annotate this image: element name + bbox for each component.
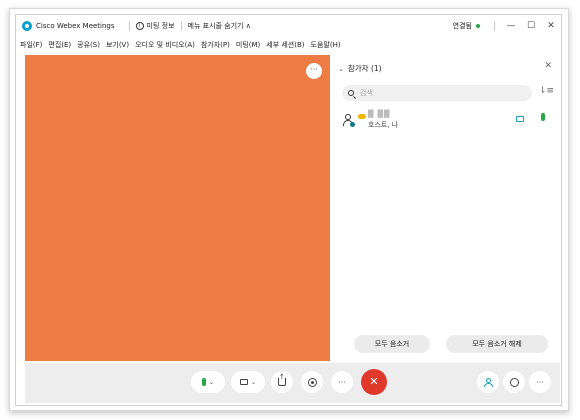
- close-window-button[interactable]: ✕: [541, 15, 561, 37]
- microphone-icon[interactable]: [541, 113, 545, 121]
- microphone-icon: [201, 378, 206, 386]
- maximize-button[interactable]: ☐: [521, 15, 541, 37]
- webex-logo-icon: [22, 21, 32, 31]
- menu-bar: 파일(F) 편집(E) 공유(S) 보기(V) 오디오 및 비디오(A) 참가자…: [16, 37, 561, 53]
- control-bar: ⌄ ⌄ ··· ✕ ···: [25, 363, 560, 403]
- menu-participant[interactable]: 참가자(P): [201, 40, 230, 50]
- menu-help[interactable]: 도움말(H): [311, 40, 341, 50]
- hide-menu-button[interactable]: 메뉴 표시줄 숨기기 ∧: [188, 21, 251, 31]
- participant-search[interactable]: [342, 85, 532, 101]
- sort-button[interactable]: ⇂≡: [539, 86, 554, 96]
- connection-status-dot-icon: [476, 24, 480, 28]
- participants-panel-header[interactable]: ⌄ 참가자 (1): [338, 63, 382, 74]
- menu-audio-video[interactable]: 오디오 및 비디오(A): [135, 40, 195, 50]
- search-input[interactable]: [360, 89, 510, 97]
- more-icon: ···: [536, 377, 544, 387]
- video-area: ···: [25, 55, 330, 361]
- title-divider: [494, 21, 495, 31]
- cloud-icon: [358, 114, 366, 119]
- connection-status: 연결됨: [452, 22, 472, 30]
- participant-role: 호스트, 나: [368, 121, 399, 129]
- menu-view[interactable]: 보기(V): [106, 40, 129, 50]
- unmute-all-button[interactable]: 모두 음소거 해제: [446, 335, 548, 353]
- menu-breakout[interactable]: 세부 세션(B): [266, 40, 304, 50]
- mute-all-button[interactable]: 모두 음소거: [354, 335, 430, 353]
- menu-file[interactable]: 파일(F): [20, 40, 42, 50]
- app-title: Cisco Webex Meetings: [36, 22, 115, 30]
- search-icon: [348, 90, 354, 96]
- chat-button[interactable]: [503, 371, 525, 393]
- chevron-down-icon: ⌄: [338, 64, 344, 73]
- video-more-options-button[interactable]: ···: [306, 63, 322, 79]
- more-icon: ···: [338, 377, 346, 387]
- chat-icon: [509, 377, 519, 387]
- title-bar: Cisco Webex Meetings i 미팅 정보 메뉴 표시줄 숨기기 …: [16, 15, 561, 37]
- video-camera-icon: [239, 379, 248, 385]
- share-icon: [278, 373, 286, 386]
- participants-panel: ⌄ 참가자 (1) ✕ ⇂≡ █ ██ 호스트, 나 모두 음소거 모두 음소거…: [332, 55, 560, 361]
- title-divider: [128, 21, 130, 31]
- webex-window: Cisco Webex Meetings i 미팅 정보 메뉴 표시줄 숨기기 …: [15, 14, 562, 406]
- status-dot-icon: [350, 122, 355, 127]
- more-options-button[interactable]: ···: [331, 371, 353, 393]
- menu-share[interactable]: 공유(S): [77, 40, 100, 50]
- minimize-button[interactable]: —: [501, 15, 521, 37]
- title-divider: [180, 21, 182, 31]
- participants-button[interactable]: [477, 371, 499, 393]
- chevron-down-icon: ⌄: [250, 378, 257, 386]
- panel-more-button[interactable]: ···: [529, 371, 551, 393]
- title-bar-right: 연결됨 — ☐ ✕: [453, 15, 561, 37]
- participant-row[interactable]: █ ██ 호스트, 나: [342, 110, 554, 132]
- chevron-down-icon: ⌄: [208, 378, 215, 386]
- participants-icon: [483, 377, 493, 387]
- end-meeting-button[interactable]: ✕: [361, 369, 387, 395]
- record-icon: [307, 377, 317, 387]
- video-camera-icon[interactable]: [516, 116, 524, 122]
- video-button[interactable]: ⌄: [231, 371, 265, 393]
- participants-panel-title: 참가자 (1): [347, 64, 382, 73]
- meeting-info-button[interactable]: i 미팅 정보: [135, 21, 175, 31]
- info-icon: i: [135, 22, 144, 30]
- share-button[interactable]: [271, 371, 293, 393]
- participant-name: █ ██: [368, 110, 391, 118]
- avatar: [342, 114, 355, 127]
- record-button[interactable]: [301, 371, 323, 393]
- mute-button[interactable]: ⌄: [191, 371, 225, 393]
- menu-meeting[interactable]: 미팅(M): [236, 40, 260, 50]
- menu-edit[interactable]: 편집(E): [48, 40, 71, 50]
- meeting-info-label: 미팅 정보: [146, 22, 175, 30]
- panel-close-button[interactable]: ✕: [544, 61, 552, 71]
